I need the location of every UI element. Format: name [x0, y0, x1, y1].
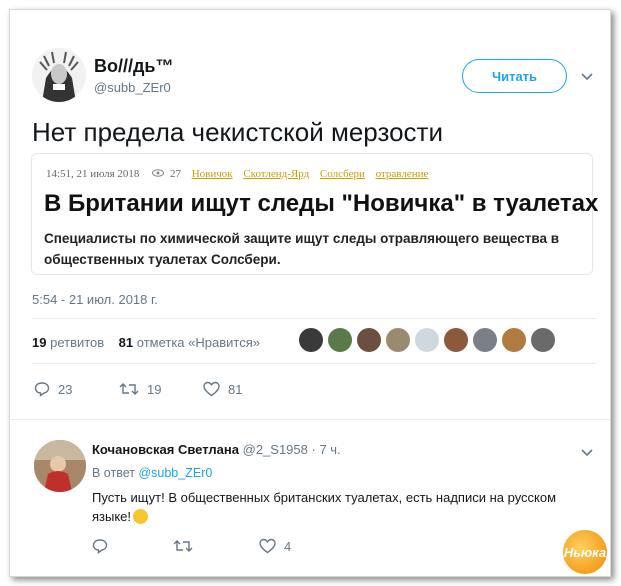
- in-reply-prefix: В ответ: [92, 466, 135, 480]
- liker-avatar[interactable]: [444, 328, 468, 352]
- heart-icon: [203, 381, 220, 397]
- like-button[interactable]: 4: [259, 538, 291, 554]
- author-avatar[interactable]: [32, 48, 86, 102]
- reply-count: 23: [58, 381, 73, 397]
- card-tag[interactable]: отравление: [376, 168, 429, 180]
- liker-avatar[interactable]: [473, 328, 497, 352]
- reply-author-line: Кочановская Светлана @2_S1958 · 7 ч.: [92, 442, 341, 457]
- in-reply-to: В ответ @subb_ZEr0: [92, 466, 212, 480]
- card-datetime: 14:51, 21 июля 2018: [46, 168, 140, 180]
- divider: [10, 419, 610, 420]
- divider: [32, 363, 597, 364]
- likes-count[interactable]: 81: [119, 335, 133, 350]
- reply-button[interactable]: [92, 538, 116, 554]
- like-count: 4: [284, 538, 292, 554]
- reply-button[interactable]: 23: [34, 381, 72, 397]
- retweets-count[interactable]: 19: [32, 335, 46, 350]
- eye-icon: [152, 168, 167, 180]
- laughing-emoji-icon: [133, 509, 149, 524]
- heart-icon: [259, 538, 276, 554]
- liker-avatar[interactable]: [386, 328, 410, 352]
- retweet-icon: [173, 538, 193, 554]
- liker-avatar[interactable]: [502, 328, 526, 352]
- liker-avatar[interactable]: [299, 328, 323, 352]
- link-card[interactable]: 14:51, 21 июля 2018 27 Новичок Скотленд-…: [31, 153, 598, 275]
- author-name[interactable]: Во///дь™: [94, 56, 174, 77]
- in-reply-handle[interactable]: @subb_ZEr0: [138, 466, 212, 480]
- card-tag[interactable]: Солсбери: [320, 168, 365, 180]
- card-views: 27: [169, 168, 181, 180]
- watermark-logo: Ньюка: [563, 530, 607, 574]
- liker-avatar[interactable]: [415, 328, 439, 352]
- reply-author-name[interactable]: Кочановская Светлана: [92, 442, 239, 457]
- chevron-down-icon[interactable]: [581, 444, 593, 460]
- liker-avatar[interactable]: [531, 328, 555, 352]
- card-tag[interactable]: Скотленд-Ярд: [243, 168, 309, 180]
- card-title[interactable]: В Британии ищут следы "Новичка" в туалет…: [44, 190, 598, 218]
- reply-text-content: Пусть ищут! В общественных британских ту…: [92, 490, 557, 524]
- retweets-label[interactable]: ретвитов: [50, 335, 104, 350]
- author-handle[interactable]: @subb_ZEr0: [94, 80, 171, 95]
- like-button[interactable]: 81: [203, 381, 242, 397]
- follow-button[interactable]: Читать: [462, 59, 567, 93]
- reply-author-handle[interactable]: @2_S1958: [243, 442, 308, 457]
- like-count: 81: [228, 381, 243, 397]
- liker-avatar[interactable]: [357, 328, 381, 352]
- retweet-icon: [119, 381, 139, 397]
- reply-icon: [92, 538, 108, 554]
- liker-avatar[interactable]: [328, 328, 352, 352]
- tweet-screenshot: Во///дь™ @subb_ZEr0 Читать Нет предела ч…: [9, 9, 611, 577]
- watermark-text: Ньюка: [563, 544, 607, 560]
- tweet-text: Нет предела чекистской мерзости: [32, 117, 443, 147]
- tweet-timestamp[interactable]: 5:54 - 21 июл. 2018 г.: [32, 292, 158, 307]
- engagement-stats: 19 ретвитов 81 отметка «Нравится»: [32, 335, 260, 350]
- card-meta: 14:51, 21 июля 2018 27 Новичок Скотленд-…: [46, 168, 428, 180]
- reply-time[interactable]: · 7 ч.: [312, 442, 341, 457]
- card-description: Специалисты по химической защите ищут сл…: [44, 231, 560, 267]
- chevron-down-icon[interactable]: [581, 68, 593, 84]
- retweet-count: 19: [147, 381, 162, 397]
- card-tag[interactable]: Новичок: [192, 168, 233, 180]
- reply-icon: [34, 381, 50, 397]
- reply-author-avatar[interactable]: [34, 440, 86, 492]
- divider: [32, 318, 597, 319]
- reply-text: Пусть ищут! В общественных британских ту…: [92, 488, 592, 526]
- retweet-button[interactable]: [173, 538, 201, 554]
- retweet-button[interactable]: 19: [119, 381, 161, 397]
- likes-label[interactable]: отметка «Нравится»: [137, 335, 260, 350]
